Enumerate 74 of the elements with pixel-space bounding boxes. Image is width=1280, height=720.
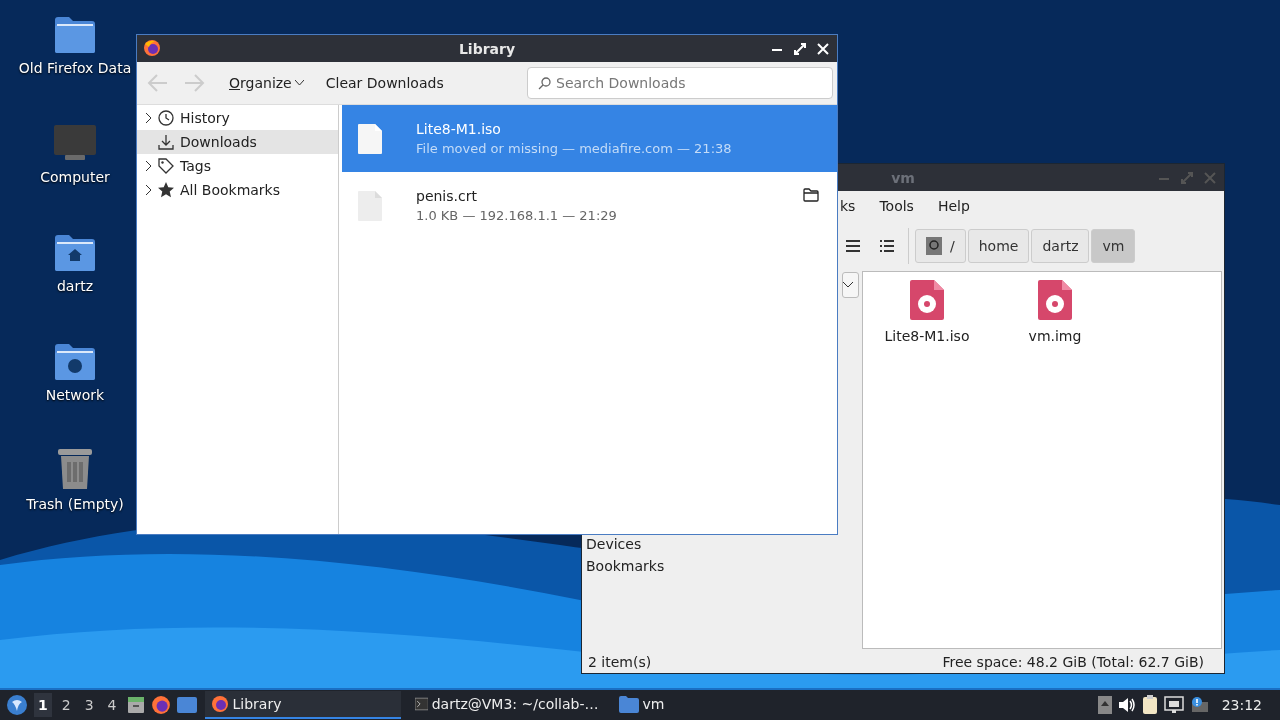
file-name[interactable]: vm.img [1028,328,1082,344]
file-icon [358,190,382,221]
side-pane-item[interactable]: Bookmarks [586,555,665,577]
search-field[interactable]: Search Downloads [527,67,833,99]
desktop-icon-label[interactable]: Old Firefox Data [18,60,132,76]
folder-icon [618,695,639,713]
search-icon [538,77,551,90]
disc-file-icon[interactable] [910,280,944,320]
task-button[interactable]: Library [204,691,401,719]
path-button[interactable]: home [967,229,1030,263]
eject-icon[interactable] [1097,696,1112,714]
window-title: vm [891,169,915,186]
star-icon [158,182,174,198]
caret-icon [294,80,304,86]
desktop-icon-label[interactable]: Network [45,387,105,403]
folder-icon[interactable] [54,16,96,54]
fox-logo-icon [143,39,161,57]
window-title: Library [458,40,516,57]
monitor-icon[interactable] [53,123,97,163]
speaker-icon[interactable] [1117,697,1136,713]
chevron-down-icon [843,282,853,288]
start-menu-icon[interactable] [6,694,28,716]
path-button[interactable]: dartz [1031,229,1090,263]
task-button[interactable]: dartz@VM3: ~/collab-… [408,691,605,719]
sidebar-item[interactable]: Tags [137,154,338,178]
fox-logo-icon[interactable] [150,695,171,715]
list-view-icon[interactable] [846,240,860,252]
workspace-button[interactable]: 1 [34,693,52,717]
network-icon[interactable] [1163,696,1184,714]
detailed-list-icon[interactable] [880,240,894,252]
download-item[interactable]: penis.crt 1.0 KB — 192.168.1.1 — 21:29 [342,172,837,239]
side-pane-item[interactable]: Devices [586,533,642,555]
file-name[interactable]: Lite8-M1.iso [884,328,970,344]
file-icon [358,123,382,154]
workspace-button[interactable]: 4 [103,693,121,717]
drive-icon [926,237,942,255]
path-button[interactable]: / [915,229,966,263]
trash-icon[interactable] [55,446,95,490]
menu-item[interactable]: Help [937,198,970,214]
terminal-icon [414,696,428,712]
clock-icon [158,110,174,126]
workspace-button[interactable]: 3 [80,693,98,717]
dropdown[interactable] [842,272,859,298]
home-folder-icon[interactable] [54,234,96,272]
status-text: 2 item(s) [588,654,652,670]
path-button[interactable]: vm [1091,229,1136,263]
tag-icon [158,158,174,174]
fox-logo-icon [210,695,229,713]
workspace-button[interactable]: 2 [57,693,75,717]
clock[interactable]: 23:12 [1221,697,1262,713]
download-item[interactable]: Lite8-M1.iso File moved or missing — mediafire.com — 21:38 [342,105,837,172]
download-icon [158,134,174,150]
menu-item[interactable]: ks [840,198,856,214]
organize-menu-button[interactable]: Organize [225,73,308,93]
disc-file-icon[interactable] [1038,280,1072,320]
clipboard-icon[interactable] [1141,695,1158,715]
sidebar-item[interactable]: Downloads [137,130,338,154]
sidebar-item[interactable]: All Bookmarks [137,178,338,202]
chevron-right-icon[interactable] [146,161,152,171]
clear-downloads-button[interactable]: Clear Downloads [321,73,448,93]
menu-item[interactable]: Tools [879,198,914,214]
desktop-icon[interactable] [176,697,197,713]
chevron-right-icon[interactable] [146,113,152,123]
desktop-icon-label[interactable]: Trash (Empty) [26,496,124,512]
desktop-icon-label[interactable]: Computer [40,169,110,185]
globe-folder-icon[interactable] [54,343,96,381]
desktop-icon-label[interactable]: dartz [56,278,94,294]
chevron-right-icon[interactable] [146,185,152,195]
notification-icon[interactable] [1189,696,1208,714]
folder-icon[interactable] [803,187,819,202]
file-cabinet-icon[interactable] [126,696,145,714]
free-space-text: Free space: 48.2 GiB (Total: 62.7 GiB) [942,654,1204,670]
sidebar-item[interactable]: History [137,106,338,130]
task-button[interactable]: vm [612,691,671,719]
